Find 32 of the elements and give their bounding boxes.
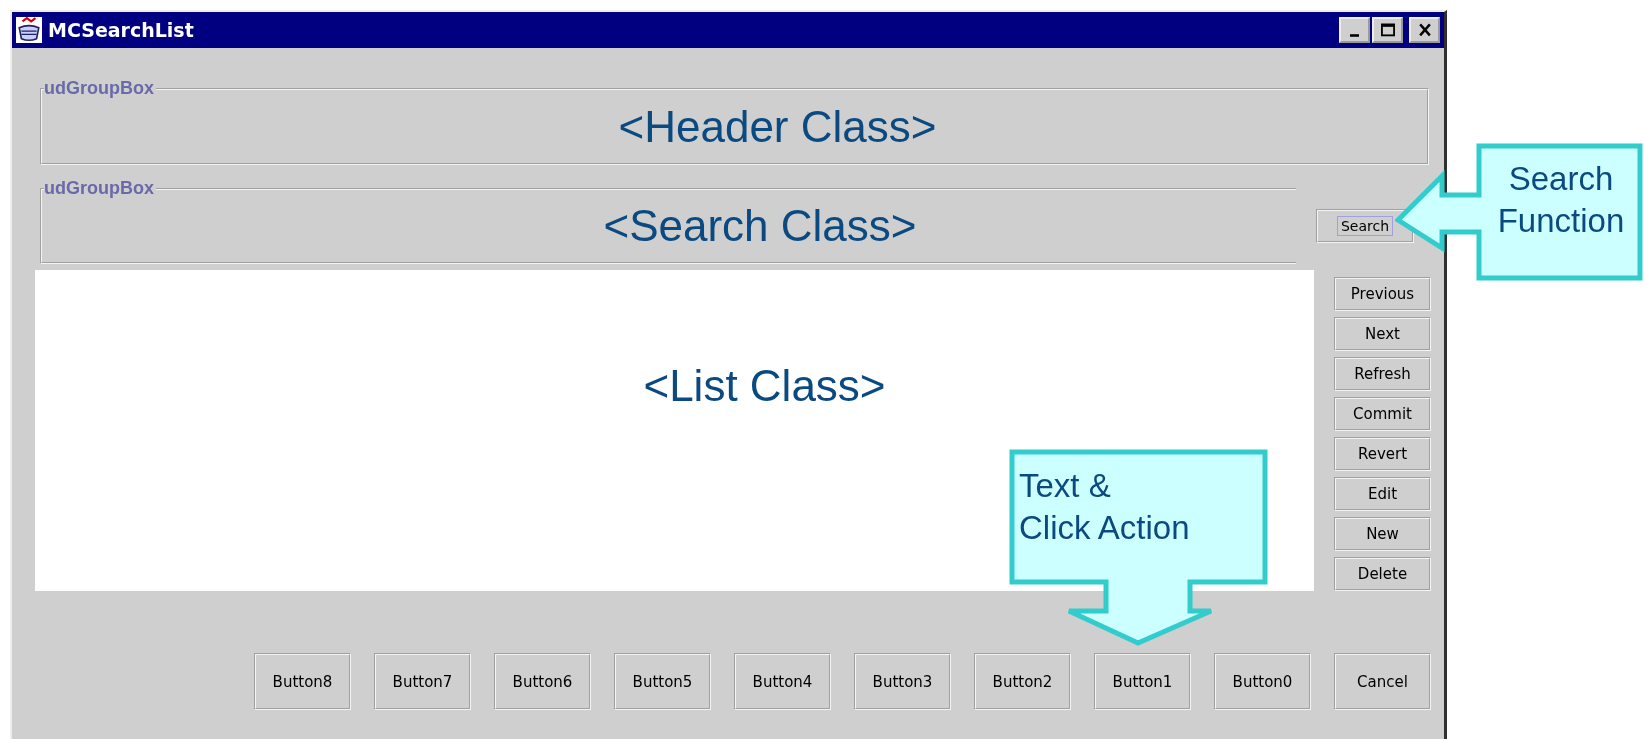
action-button[interactable]: Button0	[1214, 653, 1311, 710]
window-title: MCSearchList	[48, 19, 195, 41]
side-button[interactable]: Next	[1334, 317, 1431, 351]
search-placeholder-text: <Search Class>	[603, 201, 917, 251]
list-placeholder-text: <List Class>	[643, 360, 886, 411]
side-button[interactable]: Delete	[1334, 557, 1431, 591]
action-button[interactable]: Cancel	[1334, 653, 1431, 710]
callout-text: Search Function	[1496, 159, 1626, 241]
action-button[interactable]: Button8	[254, 653, 351, 710]
action-button[interactable]: Button5	[614, 653, 711, 710]
group-label: udGroupBox	[44, 178, 156, 198]
group-label: udGroupBox	[44, 78, 156, 98]
side-button[interactable]: Refresh	[1334, 357, 1431, 391]
close-button[interactable]	[1409, 17, 1440, 43]
side-button[interactable]: New	[1334, 517, 1431, 551]
action-button[interactable]: Button1	[1094, 653, 1191, 710]
action-button[interactable]: Button6	[494, 653, 591, 710]
callout-text: Text & Click Action	[1019, 466, 1190, 548]
header-placeholder-text: <Header Class>	[618, 101, 937, 152]
app-icon	[16, 17, 42, 43]
action-button[interactable]: Button7	[374, 653, 471, 710]
action-button[interactable]: Button2	[974, 653, 1071, 710]
side-button[interactable]: Revert	[1334, 437, 1431, 471]
side-button[interactable]: Previous	[1334, 277, 1431, 311]
side-button[interactable]: Edit	[1334, 477, 1431, 511]
search-button[interactable]: Search	[1336, 216, 1394, 236]
maximize-button[interactable]	[1372, 17, 1403, 43]
minimize-button[interactable]	[1339, 17, 1370, 43]
action-button[interactable]: Button4	[734, 653, 831, 710]
minimize-icon	[1350, 33, 1359, 37]
side-button[interactable]: Commit	[1334, 397, 1431, 431]
action-button[interactable]: Button3	[854, 653, 951, 710]
